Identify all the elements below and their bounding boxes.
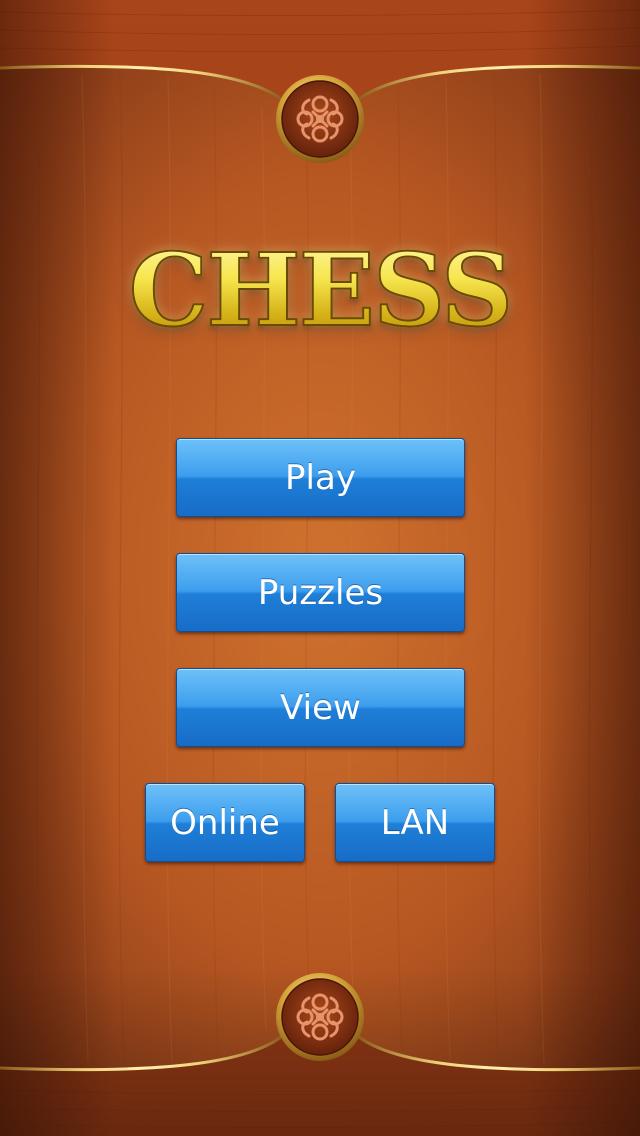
online-button[interactable]: Online — [145, 783, 305, 862]
lan-button[interactable]: LAN — [335, 783, 495, 862]
view-button[interactable]: View — [176, 668, 465, 747]
main-menu-screen: CHESS Play Puzzles View Online LAN — [0, 0, 640, 1136]
knot-medallion-icon — [276, 973, 364, 1061]
knot-medallion-icon — [276, 75, 364, 163]
play-button[interactable]: Play — [176, 438, 465, 517]
game-title: CHESS — [0, 234, 640, 346]
puzzles-button[interactable]: Puzzles — [176, 553, 465, 632]
